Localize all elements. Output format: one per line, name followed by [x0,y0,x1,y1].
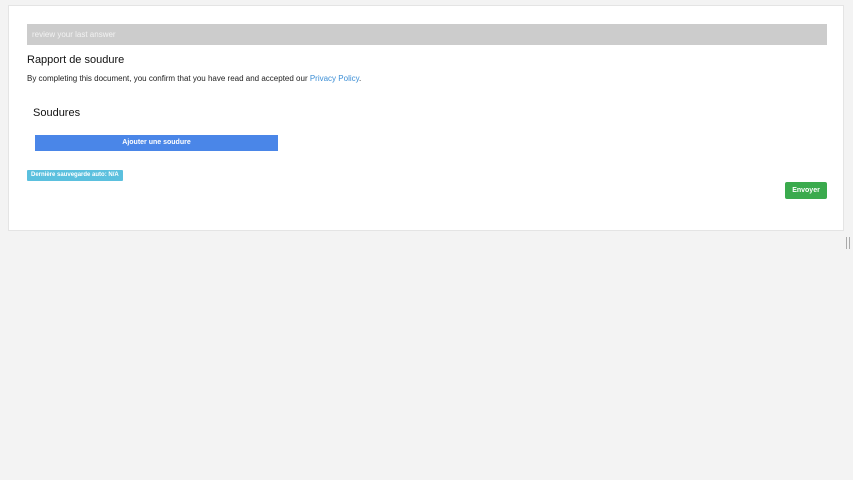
send-button[interactable]: Envoyer [785,182,827,199]
consent-prefix: By completing this document, you confirm… [27,74,310,83]
autosave-status-badge: Dernière sauvegarde auto: N/A [27,170,123,181]
privacy-consent-text: By completing this document, you confirm… [27,74,361,83]
form-title: Rapport de soudure [27,54,125,66]
review-last-answer-bar[interactable]: review your last answer [27,24,827,45]
resize-handle[interactable] [846,237,850,249]
add-weld-button[interactable]: Ajouter une soudure [35,135,278,151]
section-title-soudures: Soudures [33,107,81,119]
consent-suffix: . [359,74,362,83]
form-card: review your last answer Rapport de soudu… [8,5,844,231]
privacy-policy-link[interactable]: Privacy Policy [310,74,359,83]
